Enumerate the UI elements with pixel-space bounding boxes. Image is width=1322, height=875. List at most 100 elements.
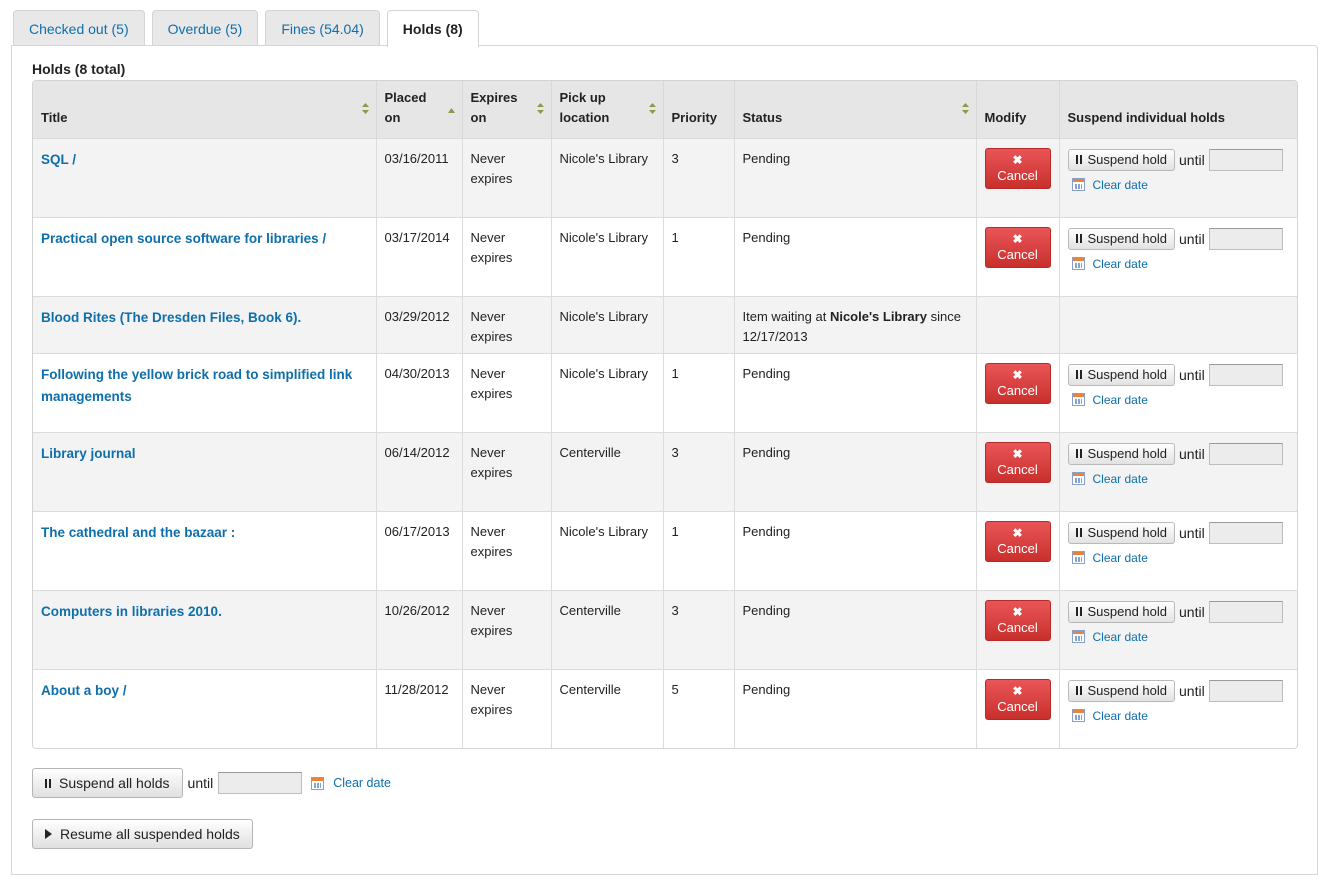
priority-cell: 1 [663, 510, 735, 590]
until-label: until [1179, 682, 1205, 699]
clear-date-link[interactable]: Clear date [1093, 175, 1148, 195]
suspend-until-date-input[interactable] [1208, 363, 1283, 386]
close-icon: ✖ [1012, 447, 1023, 461]
hold-title-link[interactable]: The cathedral and the bazaar : [41, 525, 235, 540]
hold-title-link[interactable]: Computers in libraries 2010. [41, 604, 222, 619]
pause-icon [1075, 607, 1082, 616]
placed-on-cell: 10/26/2012 [376, 589, 463, 669]
suspend-until-date-input[interactable] [1208, 227, 1283, 250]
tab-checked-out[interactable]: Checked out (5) [13, 10, 145, 46]
tab-bar: Checked out (5) Overdue (5) Fines (54.04… [13, 10, 479, 47]
pickup-cell: Nicole's Library [551, 295, 664, 353]
pickup-cell: Nicole's Library [551, 510, 664, 590]
clear-date-link[interactable]: Clear date [333, 776, 391, 790]
until-label: until [1179, 445, 1205, 462]
table-header-row: Title Placed on Expires on Pick up locat… [33, 81, 1297, 138]
suspend-hold-button[interactable]: Suspend hold [1067, 679, 1176, 702]
hold-title-link[interactable]: Practical open source software for libra… [41, 231, 326, 246]
placed-on-cell: 11/28/2012 [376, 668, 463, 748]
tab-fines[interactable]: Fines (54.04) [265, 10, 380, 46]
calendar-icon[interactable] [1071, 178, 1085, 191]
sort-icon [361, 103, 369, 114]
holds-table-wrapper: Title Placed on Expires on Pick up locat… [32, 80, 1298, 749]
col-header-placed-on[interactable]: Placed on [376, 81, 463, 138]
priority-cell: 5 [663, 668, 735, 748]
tab-overdue[interactable]: Overdue (5) [151, 10, 259, 46]
hold-title-link[interactable]: Following the yellow brick road to simpl… [41, 367, 352, 404]
priority-cell: 3 [663, 589, 735, 669]
expires-cell: Never expires [462, 431, 552, 511]
calendar-icon[interactable] [311, 776, 325, 790]
until-label: until [1179, 151, 1205, 168]
suspend-hold-button[interactable]: Suspend hold [1067, 442, 1176, 465]
table-row: Practical open source software for libra… [33, 216, 1297, 296]
priority-cell: 1 [663, 352, 735, 432]
table-row: Computers in libraries 2010. 10/26/2012 … [33, 589, 1297, 669]
suspend-all-until-date-input[interactable] [218, 772, 303, 794]
col-header-expires-on[interactable]: Expires on [462, 81, 552, 138]
cancel-button[interactable]: ✖ Cancel [984, 362, 1051, 404]
suspend-hold-button[interactable]: Suspend hold [1067, 363, 1176, 386]
calendar-icon[interactable] [1071, 393, 1085, 406]
col-header-pickup-location[interactable]: Pick up location [551, 81, 664, 138]
suspend-hold-button[interactable]: Suspend hold [1067, 227, 1176, 250]
table-row: SQL / 03/16/2011 Never expires Nicole's L… [33, 137, 1297, 217]
status-cell: Pending [734, 589, 977, 669]
cancel-button[interactable]: ✖ Cancel [984, 520, 1051, 562]
pickup-cell: Centerville [551, 668, 664, 748]
pickup-cell: Centerville [551, 431, 664, 511]
calendar-icon[interactable] [1071, 709, 1085, 722]
col-header-status[interactable]: Status [734, 81, 977, 138]
clear-date-link[interactable]: Clear date [1093, 469, 1148, 489]
suspend-until-date-input[interactable] [1208, 679, 1283, 702]
status-cell: Item waiting at Nicole's Library since 12… [734, 295, 977, 353]
suspend-hold-button[interactable]: Suspend hold [1067, 521, 1176, 544]
clear-date-link[interactable]: Clear date [1093, 706, 1148, 726]
resume-all-suspended-holds-button[interactable]: Resume all suspended holds [32, 819, 253, 849]
hold-title-link[interactable]: Blood Rites (The Dresden Files, Book 6). [41, 310, 301, 325]
until-label: until [187, 775, 214, 791]
col-header-priority[interactable]: Priority [663, 81, 735, 138]
hold-title-link[interactable]: Library journal [41, 446, 136, 461]
priority-cell: 3 [663, 431, 735, 511]
clear-date-link[interactable]: Clear date [1093, 390, 1148, 410]
cancel-button[interactable]: ✖ Cancel [984, 147, 1051, 189]
pickup-cell: Nicole's Library [551, 216, 664, 296]
clear-date-link[interactable]: Clear date [1093, 627, 1148, 647]
cancel-button[interactable]: ✖ Cancel [984, 226, 1051, 268]
status-cell: Pending [734, 431, 977, 511]
suspend-hold-button[interactable]: Suspend hold [1067, 148, 1176, 171]
suspend-all-holds-button[interactable]: Suspend all holds [32, 768, 183, 798]
suspend-until-date-input[interactable] [1208, 442, 1283, 465]
calendar-icon[interactable] [1071, 551, 1085, 564]
cancel-button[interactable]: ✖ Cancel [984, 441, 1051, 483]
cancel-button[interactable]: ✖ Cancel [984, 599, 1051, 641]
calendar-icon[interactable] [1071, 257, 1085, 270]
suspend-hold-button[interactable]: Suspend hold [1067, 600, 1176, 623]
suspend-until-date-input[interactable] [1208, 600, 1283, 623]
until-label: until [1179, 603, 1205, 620]
tab-holds[interactable]: Holds (8) [386, 10, 479, 47]
expires-cell: Never expires [462, 295, 552, 353]
status-cell: Pending [734, 352, 977, 432]
clear-date-link[interactable]: Clear date [1093, 254, 1148, 274]
hold-title-link[interactable]: About a boy / [41, 683, 127, 698]
status-cell: Pending [734, 668, 977, 748]
priority-cell: 1 [663, 216, 735, 296]
holds-table: Title Placed on Expires on Pick up locat… [33, 81, 1297, 748]
suspend-until-date-input[interactable] [1208, 521, 1283, 544]
clear-date-link[interactable]: Clear date [1093, 548, 1148, 568]
close-icon: ✖ [1012, 605, 1023, 619]
hold-title-link[interactable]: SQL / [41, 152, 76, 167]
priority-cell: 3 [663, 137, 735, 217]
expires-cell: Never expires [462, 589, 552, 669]
expires-cell: Never expires [462, 137, 552, 217]
placed-on-cell: 03/29/2012 [376, 295, 463, 353]
cancel-button[interactable]: ✖ Cancel [984, 678, 1051, 720]
resume-all-row: Resume all suspended holds [32, 819, 253, 849]
col-header-title[interactable]: Title [33, 81, 377, 138]
pause-icon [1075, 528, 1082, 537]
calendar-icon[interactable] [1071, 472, 1085, 485]
calendar-icon[interactable] [1071, 630, 1085, 643]
suspend-until-date-input[interactable] [1208, 148, 1283, 171]
